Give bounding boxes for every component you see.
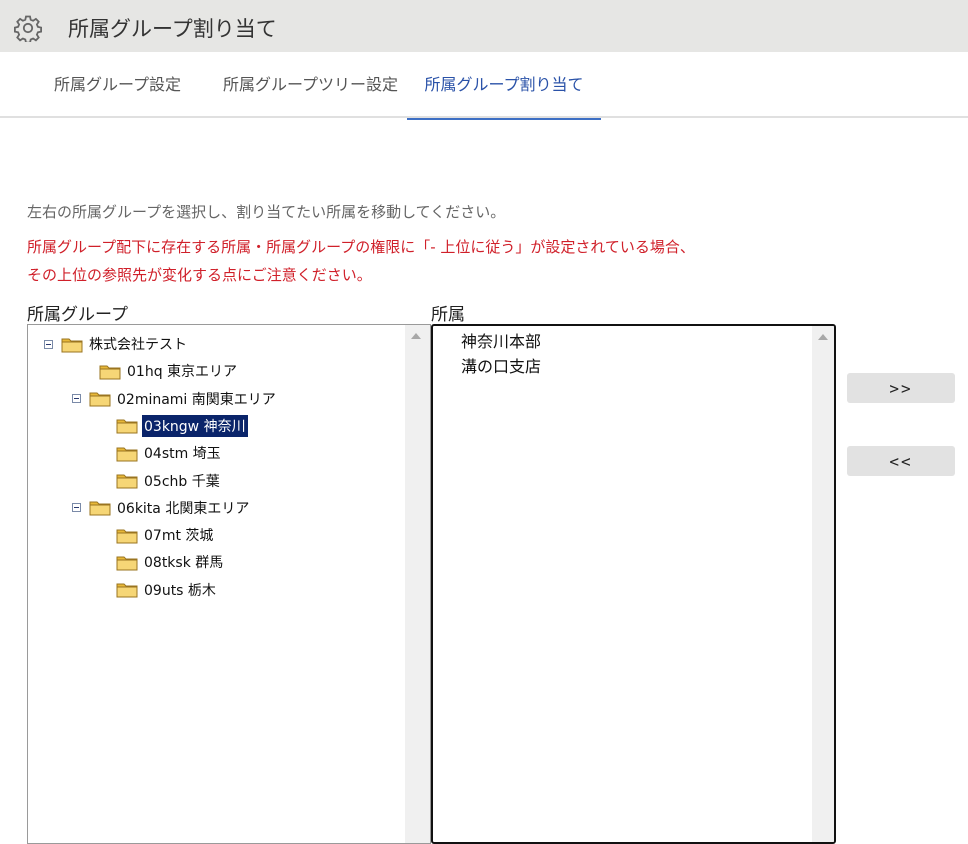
warning-text-line1: 所属グループ配下に存在する所属・所属グループの権限に「- 上位に従う」が設定され…	[27, 238, 695, 256]
scroll-up-arrow-icon[interactable]	[411, 333, 421, 339]
folder-icon	[89, 392, 111, 407]
tree-node-label: 06kita 北関東エリア	[117, 500, 250, 517]
tree-node[interactable]: 02minami 南関東エリア	[72, 388, 278, 410]
folder-icon	[116, 556, 138, 571]
tree-node[interactable]: 09uts 栃木	[116, 579, 218, 601]
tree-node-label: 09uts 栃木	[144, 582, 216, 599]
group-panel-label: 所属グループ	[27, 305, 128, 325]
tree-node[interactable]: 03kngw 神奈川	[116, 414, 248, 437]
tree-node-label: 01hq 東京エリア	[127, 364, 238, 381]
folder-icon	[116, 474, 138, 489]
page-header: 所属グループ割り当て	[0, 0, 968, 52]
tree-node-label: 02minami 南関東エリア	[117, 391, 276, 408]
folder-icon	[116, 419, 138, 434]
list-scrollbar[interactable]	[812, 326, 834, 842]
tree-node-label: 07mt 茨城	[144, 528, 214, 545]
folder-icon	[116, 447, 138, 462]
tree-node[interactable]: 05chb 千葉	[116, 470, 222, 492]
move-right-button[interactable]: >>	[847, 373, 955, 403]
folder-icon	[116, 583, 138, 598]
tree-node-label: 08tksk 群馬	[144, 555, 224, 572]
tab-group-tree-settings[interactable]: 所属グループツリー設定	[223, 52, 398, 118]
affiliation-list-panel[interactable]: 神奈川本部 溝の口支店	[431, 324, 836, 844]
page-title: 所属グループ割り当て	[68, 17, 277, 41]
collapse-toggle-icon[interactable]	[44, 339, 53, 349]
tab-group-settings[interactable]: 所属グループ設定	[54, 52, 181, 118]
list-item[interactable]: 神奈川本部	[461, 328, 541, 352]
warning-text-line2: その上位の参照先が変化する点にご注意ください。	[27, 266, 372, 284]
affiliation-panel-label: 所属	[431, 305, 465, 325]
tree-node[interactable]: 04stm 埼玉	[116, 442, 223, 464]
scroll-up-arrow-icon[interactable]	[818, 334, 828, 340]
folder-icon	[89, 501, 111, 516]
group-tree-panel[interactable]: 株式会社テスト 01hq 東京エリア 02minami 南関東エリア 03kngw 神…	[27, 324, 431, 844]
folder-icon	[61, 338, 83, 352]
tree-node[interactable]: 01hq 東京エリア	[99, 360, 239, 382]
tree-node[interactable]: 06kita 北関東エリア	[72, 497, 251, 519]
gear-icon[interactable]	[14, 14, 42, 42]
tree-node[interactable]: 株式会社テスト	[44, 333, 189, 355]
tree-node-label: 03kngw 神奈川	[142, 414, 248, 437]
collapse-toggle-icon[interactable]	[72, 503, 81, 513]
tab-bar: 所属グループ設定 所属グループツリー設定 所属グループ割り当て	[0, 52, 968, 120]
tree-scrollbar[interactable]	[405, 325, 430, 843]
move-left-button[interactable]: <<	[847, 446, 955, 476]
folder-icon	[99, 365, 121, 380]
folder-icon	[116, 529, 138, 544]
instruction-text: 左右の所属グループを選択し、割り当てたい所属を移動してください。	[27, 203, 506, 221]
tree-node[interactable]: 08tksk 群馬	[116, 551, 225, 573]
collapse-toggle-icon[interactable]	[72, 394, 81, 404]
tab-group-assignment[interactable]: 所属グループ割り当て	[407, 52, 601, 120]
tree-node-label: 05chb 千葉	[144, 473, 220, 490]
tree-node[interactable]: 07mt 茨城	[116, 524, 215, 546]
list-item[interactable]: 溝の口支店	[461, 353, 541, 377]
tree-node-label: 04stm 埼玉	[144, 446, 221, 463]
tree-node-label: 株式会社テスト	[89, 337, 187, 353]
